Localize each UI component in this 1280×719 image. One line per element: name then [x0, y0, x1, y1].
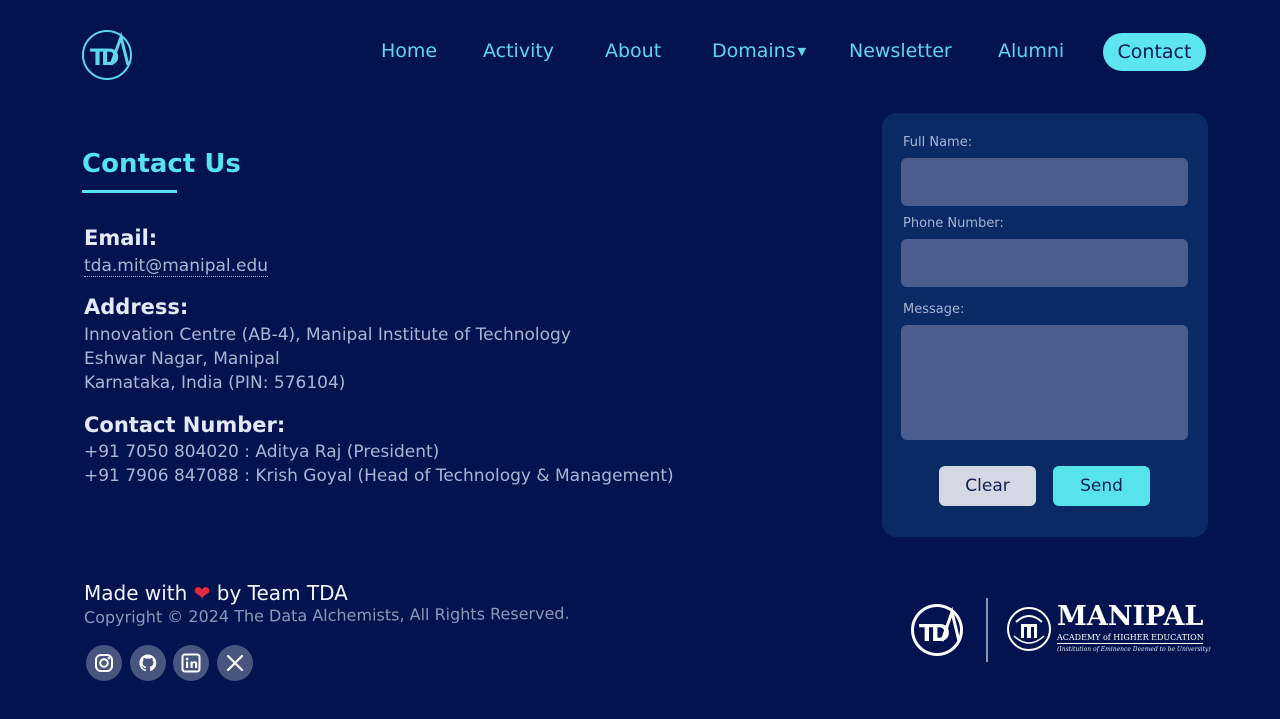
clear-button[interactable]: Clear — [939, 466, 1036, 506]
page-title: Contact Us — [82, 149, 241, 179]
contact-number-1: +91 7050 804020 : Aditya Raj (President) — [84, 442, 440, 462]
contact-number-2: +91 7906 847088 : Krish Goyal (Head of T… — [84, 466, 674, 486]
manipal-subtitle: ACADEMY of HIGHER EDUCATION — [1057, 633, 1204, 642]
contact-number-heading: Contact Number: — [84, 413, 286, 437]
x-icon[interactable] — [217, 645, 253, 681]
message-label: Message: — [903, 302, 965, 317]
made-with-prefix: Made with — [84, 581, 188, 605]
manipal-seal-logo — [1007, 607, 1051, 651]
phone-label: Phone Number: — [903, 216, 1004, 231]
address-line-3: Karnataka, India (PIN: 576104) — [84, 373, 346, 393]
email-link[interactable]: tda.mit@manipal.edu — [84, 256, 269, 277]
title-underline — [82, 190, 177, 193]
main-nav: Home Activity About Domains ▼ Newsletter … — [0, 40, 1280, 66]
linkedin-icon[interactable] — [173, 645, 209, 681]
nav-alumni[interactable]: Alumni — [998, 40, 1064, 62]
address-line-1: Innovation Centre (AB-4), Manipal Instit… — [84, 325, 571, 345]
caret-down-icon: ▼ — [797, 45, 807, 58]
nav-domains-label: Domains — [712, 40, 796, 62]
address-heading: Address: — [84, 295, 189, 319]
phone-input[interactable] — [901, 239, 1188, 287]
email-text: tda.mit@manipal.edu — [84, 254, 269, 278]
manipal-name: MANIPAL — [1057, 601, 1204, 632]
nav-home[interactable]: Home — [381, 40, 437, 62]
manipal-rule — [1057, 643, 1203, 644]
heart-icon: ❤ — [193, 581, 211, 605]
github-icon[interactable] — [130, 645, 166, 681]
made-with-suffix: by Team TDA — [216, 581, 348, 605]
instagram-icon[interactable] — [86, 645, 122, 681]
nav-about[interactable]: About — [605, 40, 661, 62]
address-line-2: Eshwar Nagar, Manipal — [84, 349, 280, 369]
email-heading: Email: — [84, 226, 158, 250]
send-button[interactable]: Send — [1053, 466, 1150, 506]
tda-footer-logo: T D — [911, 604, 963, 656]
footer-divider — [986, 598, 988, 662]
nav-newsletter[interactable]: Newsletter — [849, 40, 952, 62]
copyright-text: Copyright © 2024 The Data Alchemists, Al… — [83, 603, 570, 627]
message-textarea[interactable] — [901, 325, 1188, 440]
nav-contact-button[interactable]: Contact — [1103, 33, 1206, 71]
manipal-tagline: (Institution of Eminence Deemed to be Un… — [1057, 646, 1211, 653]
full-name-label: Full Name: — [903, 135, 973, 150]
nav-activity[interactable]: Activity — [483, 40, 554, 62]
nav-domains[interactable]: Domains ▼ — [712, 40, 806, 62]
made-with-text: Made with ❤ by Team TDA — [84, 581, 348, 605]
full-name-input[interactable] — [901, 158, 1188, 206]
